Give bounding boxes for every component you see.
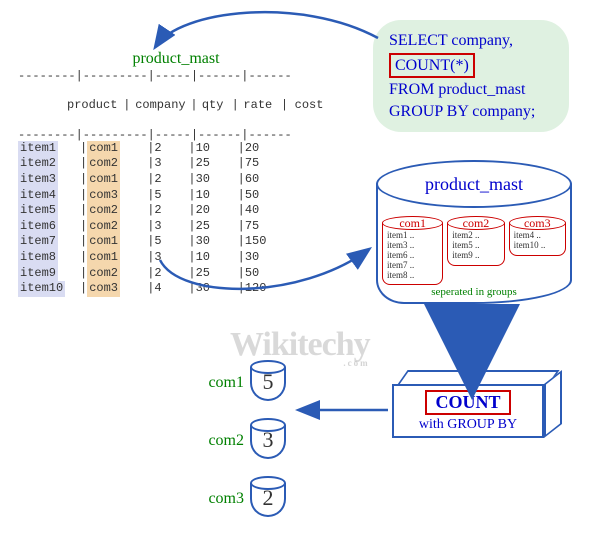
header-product: product <box>61 98 123 114</box>
group-label: com2 <box>447 216 504 230</box>
database-cylinder: product_mast com1 item1 ..item3 ..item6 … <box>376 160 572 310</box>
sql-query-bubble: SELECT company, COUNT(*) FROM product_ma… <box>373 20 569 132</box>
group-cylinder-com1: com1 item1 ..item3 ..item6 ..item7 ..ite… <box>382 216 443 285</box>
table-row: item9|com2|2|25|50 <box>18 266 334 282</box>
table-row: item7|com1|5|30|150 <box>18 234 334 250</box>
result-cylinder-com2: com2 3 <box>250 418 286 459</box>
sql-count-highlight: COUNT(*) <box>389 53 475 79</box>
result-label: com1 <box>192 374 244 392</box>
sql-line-groupby: GROUP BY company; <box>389 101 557 123</box>
db-title: product_mast <box>376 160 572 208</box>
table-row: item8|com1|3|10|30 <box>18 250 334 266</box>
count-sublabel: with GROUP BY <box>394 417 542 433</box>
result-cylinder-com1: com1 5 <box>250 360 286 401</box>
separated-text: seperated in groups <box>376 286 572 298</box>
count-operation-box: COUNT with GROUP BY <box>392 370 564 438</box>
table-row: item1|com1|2|10|20 <box>18 141 334 157</box>
table-row: item4|com3|5|10|50 <box>18 188 334 204</box>
table-row: item6|com2|3|25|75 <box>18 219 334 235</box>
table-row: item3|com1|2|30|60 <box>18 172 334 188</box>
source-table: product_mast --------|---------|-----|--… <box>18 50 334 297</box>
group-label: com3 <box>509 216 566 230</box>
result-label: com2 <box>192 432 244 450</box>
table-row: item10|com3|4|30|120 <box>18 281 334 297</box>
header-company: company <box>130 98 190 114</box>
result-cylinder-com3: com3 2 <box>250 476 286 517</box>
group-cylinder-com3: com3 item4 ..item10 .. <box>509 216 566 285</box>
group-label: com1 <box>382 216 443 230</box>
result-label: com3 <box>192 490 244 508</box>
header-qty: qty <box>198 98 232 114</box>
table-header-row: product|company|qty|rate|cost <box>18 82 334 129</box>
header-cost: cost <box>288 98 334 114</box>
table-title: product_mast <box>18 50 334 68</box>
group-cylinder-com2: com2 item2 ..item5 ..item9 .. <box>447 216 504 285</box>
table-divider: --------|---------|-----|------|------ <box>18 129 334 141</box>
table-divider: --------|---------|-----|------|------ <box>18 70 334 82</box>
sql-line-select: SELECT company, <box>389 30 557 52</box>
count-label: COUNT <box>425 390 510 415</box>
sql-line-from: FROM product_mast <box>389 79 557 101</box>
header-rate: rate <box>239 98 281 114</box>
table-row: item2|com2|3|25|75 <box>18 156 334 172</box>
table-row: item5|com2|2|20|40 <box>18 203 334 219</box>
watermark: Wikitechy .com <box>230 326 370 368</box>
group-items: item1 ..item3 ..item6 ..item7 ..item8 .. <box>382 223 443 285</box>
